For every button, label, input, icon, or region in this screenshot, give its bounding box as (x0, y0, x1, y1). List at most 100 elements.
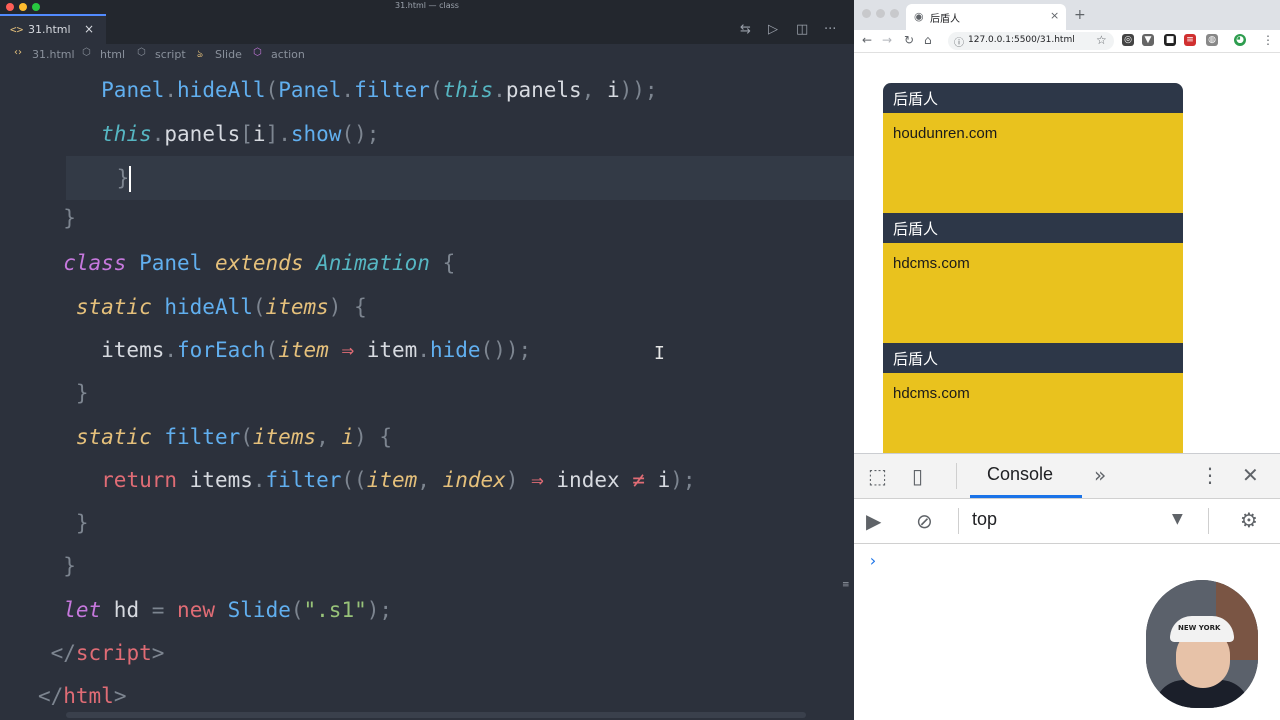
device-toolbar-icon[interactable]: ▯ (912, 464, 923, 488)
devtools-menu-icon[interactable]: ⋮ (1200, 463, 1220, 487)
compare-icon[interactable]: ⇆ (740, 22, 751, 37)
forward-icon[interactable]: → (882, 33, 892, 47)
horizontal-scrollbar[interactable] (66, 712, 806, 718)
code-line: class Panel extends Animation { (63, 251, 456, 275)
console-prompt[interactable]: › (868, 551, 878, 570)
code-line: Panel.hideAll(Panel.filter(this.panels, … (101, 78, 658, 102)
browser-tab-title: 后盾人 (930, 14, 960, 25)
panel-content-text: hdcms.com (893, 385, 970, 402)
extension-icon[interactable]: ≡ (1184, 34, 1196, 46)
html-file-icon: <> (10, 23, 24, 36)
url-text: 127.0.0.1:5500/31.html (968, 35, 1075, 45)
divider (1208, 508, 1209, 534)
panel-content-text: houdunren.com (893, 125, 998, 142)
mouse-ibeam-cursor: I (654, 343, 665, 364)
gear-icon[interactable]: ⚙ (1240, 508, 1258, 532)
sidebar-toggle-icon[interactable]: ▶ (866, 509, 881, 533)
cap-logo-text: NEW YORK (1178, 624, 1221, 632)
code-line: return items.filter((item, index) ⇒ inde… (101, 468, 696, 492)
divider (956, 463, 957, 489)
more-tabs-icon[interactable]: » (1094, 463, 1106, 487)
zoom-window-button[interactable] (890, 9, 899, 18)
close-devtools-icon[interactable]: ✕ (1242, 463, 1259, 487)
panel-title: 后盾人 (893, 90, 939, 108)
code-line-current: } (66, 156, 854, 200)
back-icon[interactable]: ← (862, 33, 872, 47)
panel-header[interactable]: 后盾人 (883, 343, 1183, 373)
console-toolbar: ▶ ⊘ top ▼ ⚙ (854, 499, 1280, 544)
code-line: } (75, 511, 89, 535)
code-line: static hideAll(items) { (75, 295, 367, 319)
method-icon: ⬡ (253, 47, 262, 58)
code-line: let hd = new Slide(".s1"); (63, 598, 393, 622)
code-line: this.panels[i].show(); (101, 122, 380, 146)
bookmark-star-icon[interactable]: ☆ (1096, 33, 1107, 47)
devtools-toolbar: ⬚ ▯ Console » ⋮ ✕ (854, 454, 1280, 499)
extension-icon[interactable]: ■ (1164, 34, 1176, 46)
tab-console[interactable]: Console (970, 454, 1082, 498)
address-bar: ← → ↻ ⌂ ⓘ 127.0.0.1:5500/31.html ☆ ◎ ▼ ■… (854, 30, 1280, 53)
code-line: items.forEach(item ⇒ item.hide()); (0, 338, 532, 362)
panel-content: hdcms.com (883, 243, 1183, 343)
scrollbar-marker-icon[interactable]: ≡ (842, 580, 852, 592)
browser-tab-strip: ◉ 后盾人 × + (854, 0, 1280, 30)
divider (958, 508, 959, 534)
breadcrumb-method[interactable]: action (271, 48, 305, 61)
tab-label: 31.html (28, 23, 71, 36)
breadcrumb-html[interactable]: html (100, 48, 125, 61)
editor-tab-31-html[interactable]: <> 31.html × (0, 14, 106, 44)
code-line: } (63, 206, 76, 230)
context-selector[interactable]: top (972, 509, 997, 530)
run-icon[interactable]: ▷ (768, 22, 778, 37)
code-line: static filter(items, i) { (75, 425, 393, 449)
extension-icon[interactable]: ◍ (1206, 34, 1218, 46)
url-input[interactable]: ⓘ 127.0.0.1:5500/31.html (948, 32, 1114, 50)
element-icon: ⬡ (137, 47, 146, 58)
new-tab-button[interactable]: + (1074, 7, 1086, 23)
split-editor-icon[interactable]: ◫ (796, 22, 808, 37)
page-viewport: 后盾人 houdunren.com 后盾人 hdcms.com 后盾人 hdcm… (854, 53, 1280, 453)
class-icon: ঌ (197, 49, 204, 60)
globe-icon: ◉ (914, 10, 924, 23)
browser-tab[interactable]: ◉ 后盾人 × (906, 4, 1066, 30)
editor-tab-bar: <> 31.html × ⇆ ▷ ◫ ··· (0, 14, 854, 44)
browser-menu-icon[interactable]: ⋮ (1262, 33, 1274, 47)
panel-content: houdunren.com (883, 113, 1183, 213)
chevron-down-icon[interactable]: ▼ (1172, 511, 1183, 527)
panel-content: hdcms.com (883, 373, 1183, 453)
extension-icon[interactable]: ◎ (1122, 34, 1134, 46)
tab-console-label: Console (987, 464, 1054, 484)
info-icon[interactable]: ⓘ (954, 34, 964, 49)
tab-close-icon[interactable]: × (84, 22, 94, 36)
code-line: } (75, 381, 89, 405)
panel-header[interactable]: 后盾人 (883, 83, 1183, 113)
close-tab-icon[interactable]: × (1050, 9, 1059, 22)
panel-title: 后盾人 (893, 220, 939, 238)
html-file-icon: ‹› (14, 47, 22, 58)
extension-icon[interactable]: ▼ (1142, 34, 1154, 46)
code-line: } (63, 554, 76, 578)
profile-avatar[interactable]: ◕ (1234, 34, 1246, 46)
close-window-button[interactable] (862, 9, 871, 18)
code-area[interactable]: Panel.hideAll(Panel.filter(this.panels, … (0, 66, 854, 720)
window-title: 31.html — class (395, 1, 459, 10)
breadcrumb-class[interactable]: Slide (215, 48, 242, 61)
panel-content-text: hdcms.com (893, 255, 970, 272)
code-editor: 31.html — class <> 31.html × ⇆ ▷ ◫ ··· ‹… (0, 0, 854, 720)
panel-title: 后盾人 (893, 350, 939, 368)
text-cursor (129, 166, 132, 192)
minimize-window-button[interactable] (876, 9, 885, 18)
inspect-element-icon[interactable]: ⬚ (868, 464, 887, 488)
breadcrumb-script[interactable]: script (155, 48, 186, 61)
breadcrumb-file[interactable]: 31.html (32, 48, 75, 61)
element-icon: ⬡ (82, 47, 91, 58)
breadcrumb: ‹› 31.html ⬡ html ⬡ script ঌ Slide ⬡ act… (0, 44, 854, 66)
home-icon[interactable]: ⌂ (924, 33, 932, 47)
more-icon[interactable]: ··· (824, 22, 836, 37)
webcam-overlay: NEW YORK (1146, 580, 1258, 708)
code-line: </script> (50, 641, 165, 665)
panel-header[interactable]: 后盾人 (883, 213, 1183, 243)
clear-console-icon[interactable]: ⊘ (916, 509, 933, 533)
reload-icon[interactable]: ↻ (904, 33, 914, 47)
window-titlebar: 31.html — class (0, 0, 854, 14)
